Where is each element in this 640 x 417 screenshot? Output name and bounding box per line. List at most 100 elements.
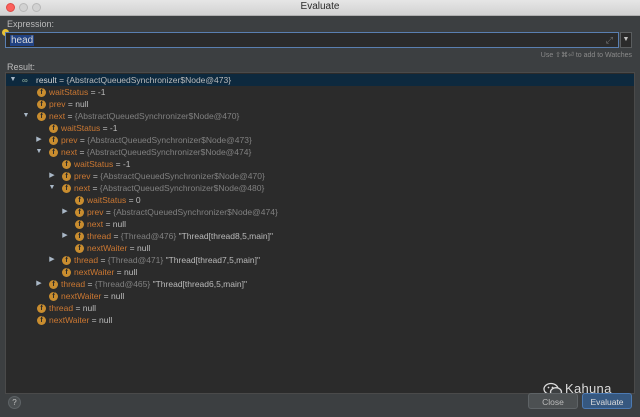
row-ref: {AbstractQueuedSynchronizer$Node@474} [86,147,252,157]
row-value: null [75,99,89,109]
field-icon: f [49,292,58,301]
row-value: -1 [122,159,131,169]
row-name: nextWaiter [61,291,102,301]
expand-arrow-icon[interactable]: ▶ [35,278,43,290]
result-label: Result: [7,62,36,72]
tree-row-next[interactable]: ▼ f next = {AbstractQueuedSynchronizer$N… [6,182,634,194]
expression-input[interactable]: head ⤢ [5,32,619,48]
tree-row-prev[interactable]: ▶ f prev = {AbstractQueuedSynchronizer$N… [6,170,634,182]
row-name: result [36,75,57,85]
tree-row-next[interactable]: f next = null [6,218,634,230]
row-name: next [74,183,91,193]
row-value: null [124,267,138,277]
field-icon: f [62,184,71,193]
row-value: "Thread[thread6,5,main]" [152,279,247,289]
row-ref: {AbstractQueuedSynchronizer$Node@480} [99,183,265,193]
expression-value[interactable]: head [10,35,35,46]
tree-row-next[interactable]: ▼ f next = {AbstractQueuedSynchronizer$N… [6,110,634,122]
field-icon: f [75,220,84,229]
field-icon: f [37,88,46,97]
row-value: null [82,303,97,313]
row-value: {AbstractQueuedSynchronizer$Node@473} [66,75,232,85]
row-value: null [111,291,125,301]
row-name: waitStatus [49,87,89,97]
field-icon: f [49,148,58,157]
field-icon: f [75,232,84,241]
tree-row-waitstatus[interactable]: f waitStatus = -1 [6,86,634,98]
expand-arrow-icon[interactable]: ▶ [61,206,69,218]
tree-row-waitstatus[interactable]: f waitStatus = -1 [6,158,634,170]
row-ref: {Thread@476} [120,231,177,241]
expand-arrow-icon[interactable]: ▶ [48,170,56,182]
tree-row-nextwaiter[interactable]: f nextWaiter = null [6,266,634,278]
row-name: nextWaiter [74,267,115,277]
tree-row-result[interactable]: ▼ ∞ result = {AbstractQueuedSynchronizer… [6,74,634,86]
row-ref: {AbstractQueuedSynchronizer$Node@470} [100,171,265,181]
row-ref: {Thread@465} [94,279,151,289]
result-tree[interactable]: ▼ ∞ result = {AbstractQueuedSynchronizer… [5,72,635,394]
tree-row-thread[interactable]: ▶ f thread = {Thread@471} "Thread[thread… [6,254,634,266]
tree-row-nextwaiter[interactable]: f nextWaiter = null [6,290,634,302]
row-ref: {AbstractQueuedSynchronizer$Node@470} [74,111,240,121]
row-value: null [112,219,126,229]
field-icon: f [37,316,46,325]
row-name: nextWaiter [49,315,90,325]
field-icon: f [62,160,71,169]
tree-row-prev[interactable]: ▶ f prev = {AbstractQueuedSynchronizer$N… [6,134,634,146]
evaluate-dialog: Evaluate Expression: head ⤢ ▼ Use ⇧⌘⏎ to… [0,0,640,417]
row-name: next [87,219,104,229]
expression-label: Expression: [7,19,55,29]
row-value: -1 [109,123,118,133]
field-icon: f [37,112,46,121]
row-name: next [61,147,78,157]
field-icon: f [49,124,58,133]
row-ref: {AbstractQueuedSynchronizer$Node@473} [87,135,252,145]
window-title: Evaluate [300,1,340,12]
row-name: thread [87,231,112,241]
field-icon: f [37,100,46,109]
row-name: waitStatus [74,159,114,169]
close-button[interactable]: Close [528,393,578,409]
field-icon: f [49,280,58,289]
expand-arrow-icon[interactable]: ▶ [61,230,69,242]
collapse-arrow-icon[interactable]: ▼ [22,110,30,122]
tree-row-waitstatus[interactable]: f waitStatus = 0 [6,194,634,206]
row-ref: {Thread@471} [107,255,164,265]
field-icon: f [62,172,71,181]
collapse-arrow-icon[interactable]: ▼ [35,146,43,158]
row-name: waitStatus [61,123,101,133]
history-dropdown-button[interactable]: ▼ [620,32,632,48]
row-name: prev [61,135,78,145]
collapse-arrow-icon[interactable]: ▼ [9,74,17,86]
tree-row-nextwaiter[interactable]: f nextWaiter = null [6,242,634,254]
row-value: "Thread[thread7,5,main]" [165,255,260,265]
field-icon: f [37,304,46,313]
expand-arrow-icon[interactable]: ▶ [35,134,43,146]
field-icon: f [49,136,58,145]
tree-row-waitstatus[interactable]: f waitStatus = -1 [6,122,634,134]
expand-arrow-icon[interactable]: ▶ [48,254,56,266]
tree-row-thread[interactable]: ▶ f thread = {Thread@476} "Thread[thread… [6,230,634,242]
row-name: nextWaiter [87,243,128,253]
row-name: thread [61,279,86,289]
row-value: "Thread[thread8,5,main]" [178,231,273,241]
field-icon: f [75,244,84,253]
expand-editor-icon[interactable]: ⤢ [606,35,613,46]
row-ref: {AbstractQueuedSynchronizer$Node@474} [113,207,278,217]
tree-row-next[interactable]: ▼ f next = {AbstractQueuedSynchronizer$N… [6,146,634,158]
field-icon: f [62,268,71,277]
row-name: thread [74,255,99,265]
row-name: prev [49,99,66,109]
tree-row-thread[interactable]: f thread = null [6,302,634,314]
object-watch-icon: ∞ [22,76,28,85]
help-button[interactable]: ? [8,396,21,409]
tree-row-nextwaiter[interactable]: f nextWaiter = null [6,314,634,326]
title-bar: Evaluate [0,0,640,16]
row-value: null [99,315,113,325]
tree-row-prev[interactable]: f prev = null [6,98,634,110]
tree-row-prev[interactable]: ▶ f prev = {AbstractQueuedSynchronizer$N… [6,206,634,218]
evaluate-button[interactable]: Evaluate [582,393,632,409]
collapse-arrow-icon[interactable]: ▼ [48,182,56,194]
tree-row-thread[interactable]: ▶ f thread = {Thread@465} "Thread[thread… [6,278,634,290]
row-value: null [137,243,151,253]
